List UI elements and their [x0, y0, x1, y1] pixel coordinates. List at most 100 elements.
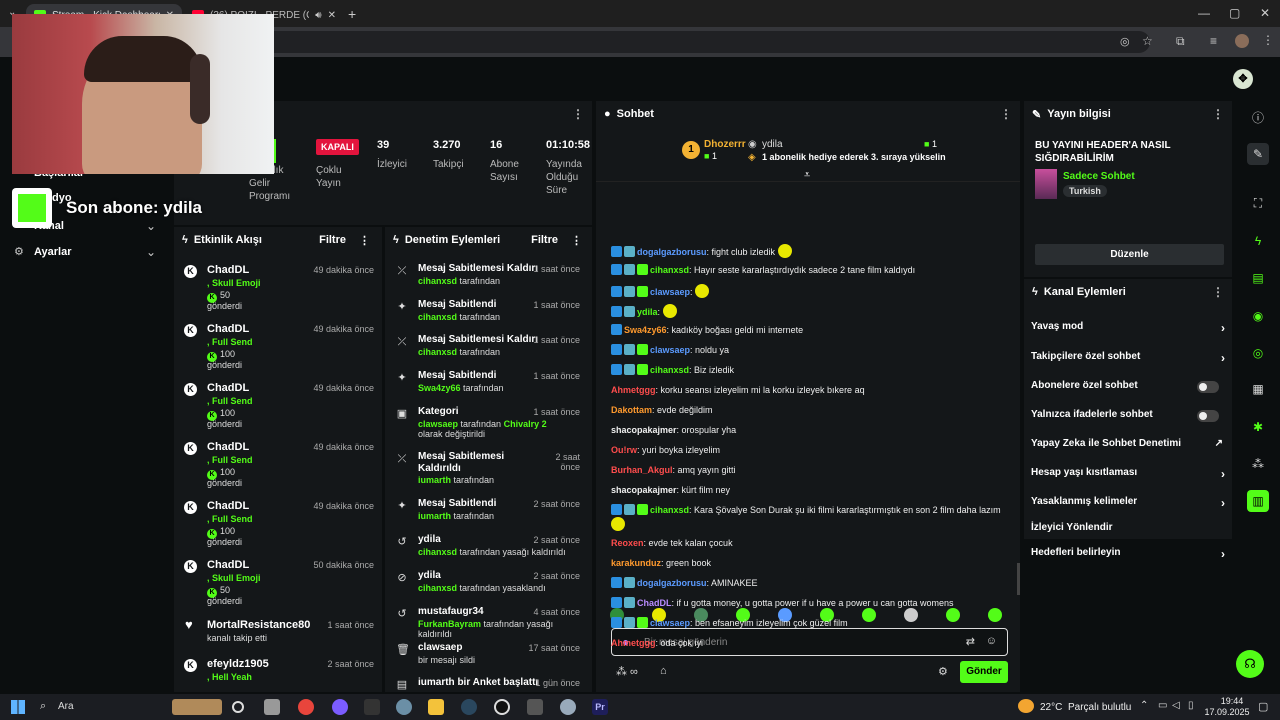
multitask-icon[interactable]	[264, 699, 280, 715]
grid-app-icon[interactable]	[527, 699, 543, 715]
chat-username[interactable]: Dakottam	[611, 405, 652, 415]
chat-message[interactable]: karakunduz: green book	[611, 557, 1001, 570]
taskbar-widget-image[interactable]	[172, 699, 222, 715]
clapperboard-icon[interactable]: ▥	[1247, 490, 1269, 512]
browser-menu-icon[interactable]: ⋮	[1262, 33, 1274, 47]
document-icon[interactable]: ▤	[1247, 267, 1269, 289]
moderation-item[interactable]: ▤ iumarth bir Anket başlattı 1 gün önce	[385, 677, 588, 692]
weather-text[interactable]: Parçalı bulutlu	[1068, 702, 1131, 713]
weather-temp[interactable]: 22°C	[1040, 702, 1062, 713]
chat-message[interactable]: clawsaep:	[611, 284, 1001, 299]
chat-username[interactable]: shacopakajmer	[611, 485, 677, 495]
chat-username[interactable]: Burhan_Akgul	[611, 465, 673, 475]
chat-username[interactable]: clawsaep	[650, 345, 690, 355]
tray-chevron-icon[interactable]: ⌃	[1140, 700, 1148, 711]
channel-action-item[interactable]: İzleyici Yönlendir	[1031, 522, 1225, 538]
chat-username[interactable]: clawsaep	[650, 618, 690, 628]
chat-message[interactable]: ydila:	[611, 304, 1001, 319]
moderation-item[interactable]: ✦ Mesaj Sabitlendi 1 saat önce Swa4zy66 tar…	[385, 370, 588, 404]
close-window-button[interactable]: ✕	[1260, 6, 1270, 20]
reading-list-icon[interactable]: ≡	[1210, 34, 1217, 48]
chat-username[interactable]: cihanxsd	[650, 505, 689, 515]
chat-username[interactable]: Ahmetggg	[611, 638, 656, 648]
chat-message[interactable]: dogalgazborusu: AMINAKEE	[611, 577, 1001, 590]
chat-message[interactable]: Ahmetggg: oda çok iyi	[611, 637, 1001, 650]
app-icon[interactable]	[396, 699, 412, 715]
maximize-button[interactable]: ▢	[1229, 6, 1240, 20]
chat-username[interactable]: shacopakajmer	[611, 425, 677, 435]
chat-username[interactable]: Ahmetggg	[611, 385, 656, 395]
chat-username[interactable]: Reoxen	[611, 538, 644, 548]
nav-item-settings[interactable]: ⚙ Ayarlar ⌄	[14, 245, 164, 262]
channel-action-item[interactable]: Hesap yaşı kısıtlaması ›	[1031, 467, 1225, 483]
moderation-item[interactable]: ↺ ydila 2 saat önce cihanxsd tarafından yas…	[385, 534, 588, 568]
volume-icon[interactable]: ◁	[1172, 700, 1180, 711]
moderation-item[interactable]: ⊘ ydila 2 saat önce cihanxsd tarafından yas…	[385, 570, 588, 604]
channel-action-item[interactable]: Yavaş mod ›	[1031, 321, 1225, 337]
speaker-icon[interactable]: 🔊︎	[315, 10, 321, 21]
more-options-icon[interactable]: ⋮	[1212, 107, 1224, 121]
steam-icon[interactable]	[461, 699, 477, 715]
category-name[interactable]: Sadece Sohbet	[1063, 171, 1135, 182]
moderation-item[interactable]: 🗑︎ clawsaep 17 saat önce bir mesajı sildi	[385, 642, 588, 676]
chat-message[interactable]: Burhan_Akgul: amq yayın gitti	[611, 464, 1001, 477]
activity-filter-button[interactable]: Filtre	[319, 234, 346, 246]
gift-cta[interactable]: ◉ ydila ■ 1 ◈ 1 abonelik hediye ederek 3…	[748, 139, 988, 165]
channel-action-item[interactable]: Hedefleri belirleyin ›	[1031, 547, 1225, 563]
new-tab-button[interactable]: +	[348, 6, 356, 22]
hide-eye-icon[interactable]: ◎	[1120, 35, 1130, 48]
clock-time[interactable]: 19:44	[1212, 696, 1252, 706]
chat-scrollbar[interactable]	[1017, 563, 1020, 595]
chat-message[interactable]: cihanxsd: Hayır seste kararlaştırdıydık …	[611, 264, 1001, 277]
chat-message[interactable]: clawsaep: ben efsaneyim izleyelim çok gü…	[611, 617, 1001, 630]
more-options-icon[interactable]: ⋮	[571, 234, 582, 247]
more-options-icon[interactable]: ⋮	[359, 234, 370, 247]
send-button[interactable]: Gönder	[960, 661, 1008, 683]
chat-message[interactable]: cihanxsd: Kara Şövalye Son Durak şu iki …	[611, 504, 1001, 532]
activity-item[interactable]: K ChadDL 49 dakika önce, Full Send K 100 gönd…	[174, 434, 382, 493]
minimize-button[interactable]: —	[1198, 6, 1210, 20]
chat-message[interactable]: shacopakajmer: kürt film ney	[611, 484, 1001, 497]
channel-action-item[interactable]: Yapay Zeka ile Sohbet Denetimi ↗	[1031, 438, 1225, 454]
battery-icon[interactable]: ▯	[1188, 700, 1194, 711]
cloud-app-icon[interactable]	[560, 699, 576, 715]
obs-icon[interactable]	[494, 699, 510, 715]
edit-stream-button[interactable]: Düzenle	[1035, 244, 1224, 265]
more-options-icon[interactable]: ⋮	[1212, 285, 1224, 299]
toggle-switch[interactable]	[1197, 381, 1219, 393]
channel-points-icon[interactable]: ⁂ ∞	[616, 665, 638, 678]
file-explorer-icon[interactable]	[428, 699, 444, 715]
toggle-switch[interactable]	[1197, 410, 1219, 422]
store-icon[interactable]: ⌂	[660, 665, 667, 677]
windows-start-icon[interactable]	[11, 700, 25, 714]
support-headset-icon[interactable]: ☊	[1236, 650, 1264, 678]
clock-date[interactable]: 17.09.2025	[1202, 707, 1252, 717]
reward-event[interactable]: K efeyldz1905 2 saat önce , Hell Yeah	[174, 651, 382, 692]
chat-message[interactable]: ChadDL: if u gotta money, u gotta power …	[611, 597, 1001, 610]
chat-username[interactable]: ChadDL	[637, 598, 672, 608]
chat-username[interactable]: dogalgazborusu	[637, 578, 707, 588]
more-options-icon[interactable]: ⋮	[1000, 107, 1012, 121]
epic-games-icon[interactable]	[364, 699, 380, 715]
info-icon[interactable]: ⓘ	[1247, 107, 1269, 129]
kick-k-logo-icon[interactable]: ✥	[1233, 69, 1253, 89]
channel-action-item[interactable]: Takipçilere özel sohbet ›	[1031, 351, 1225, 367]
chat-message[interactable]: dogalgazborusu: fight club izledik	[611, 244, 1001, 259]
chat-message[interactable]: Swa4zy66: kadıköy boğası geldi mi intern…	[611, 324, 1001, 337]
premiere-icon[interactable]: Pr	[592, 699, 608, 715]
network-icon[interactable]: ▭	[1158, 700, 1167, 711]
chat-username[interactable]: clawsaep	[650, 287, 690, 297]
chat-icon[interactable]: ◉	[1247, 305, 1269, 327]
extensions-icon[interactable]: ⧉	[1176, 34, 1185, 49]
notification-icon[interactable]: ▢	[1258, 700, 1268, 713]
edit-icon[interactable]: ✎	[1247, 143, 1269, 165]
chat-message[interactable]: Ahmetggg: korku seansı izleyelim mi la k…	[611, 384, 1001, 397]
channel-action-item[interactable]: Yasaklanmış kelimeler ›	[1031, 496, 1225, 512]
moderation-item[interactable]: ✦ Mesaj Sabitlendi 1 saat önce cihanxsd tar…	[385, 299, 588, 333]
chat-username[interactable]: Ou!rw	[611, 445, 637, 455]
profile-avatar[interactable]	[1235, 34, 1249, 48]
moderation-item[interactable]: ▣ Kategori 1 saat önce clawsaep tarafından …	[385, 406, 588, 440]
moderation-item[interactable]: ↺ mustafaugr34 4 saat önce FurkanBayram tar…	[385, 606, 588, 640]
fullscreen-icon[interactable]: ⛶	[1247, 192, 1269, 214]
chat-message[interactable]: cihanxsd: Biz izledik	[611, 364, 1001, 377]
